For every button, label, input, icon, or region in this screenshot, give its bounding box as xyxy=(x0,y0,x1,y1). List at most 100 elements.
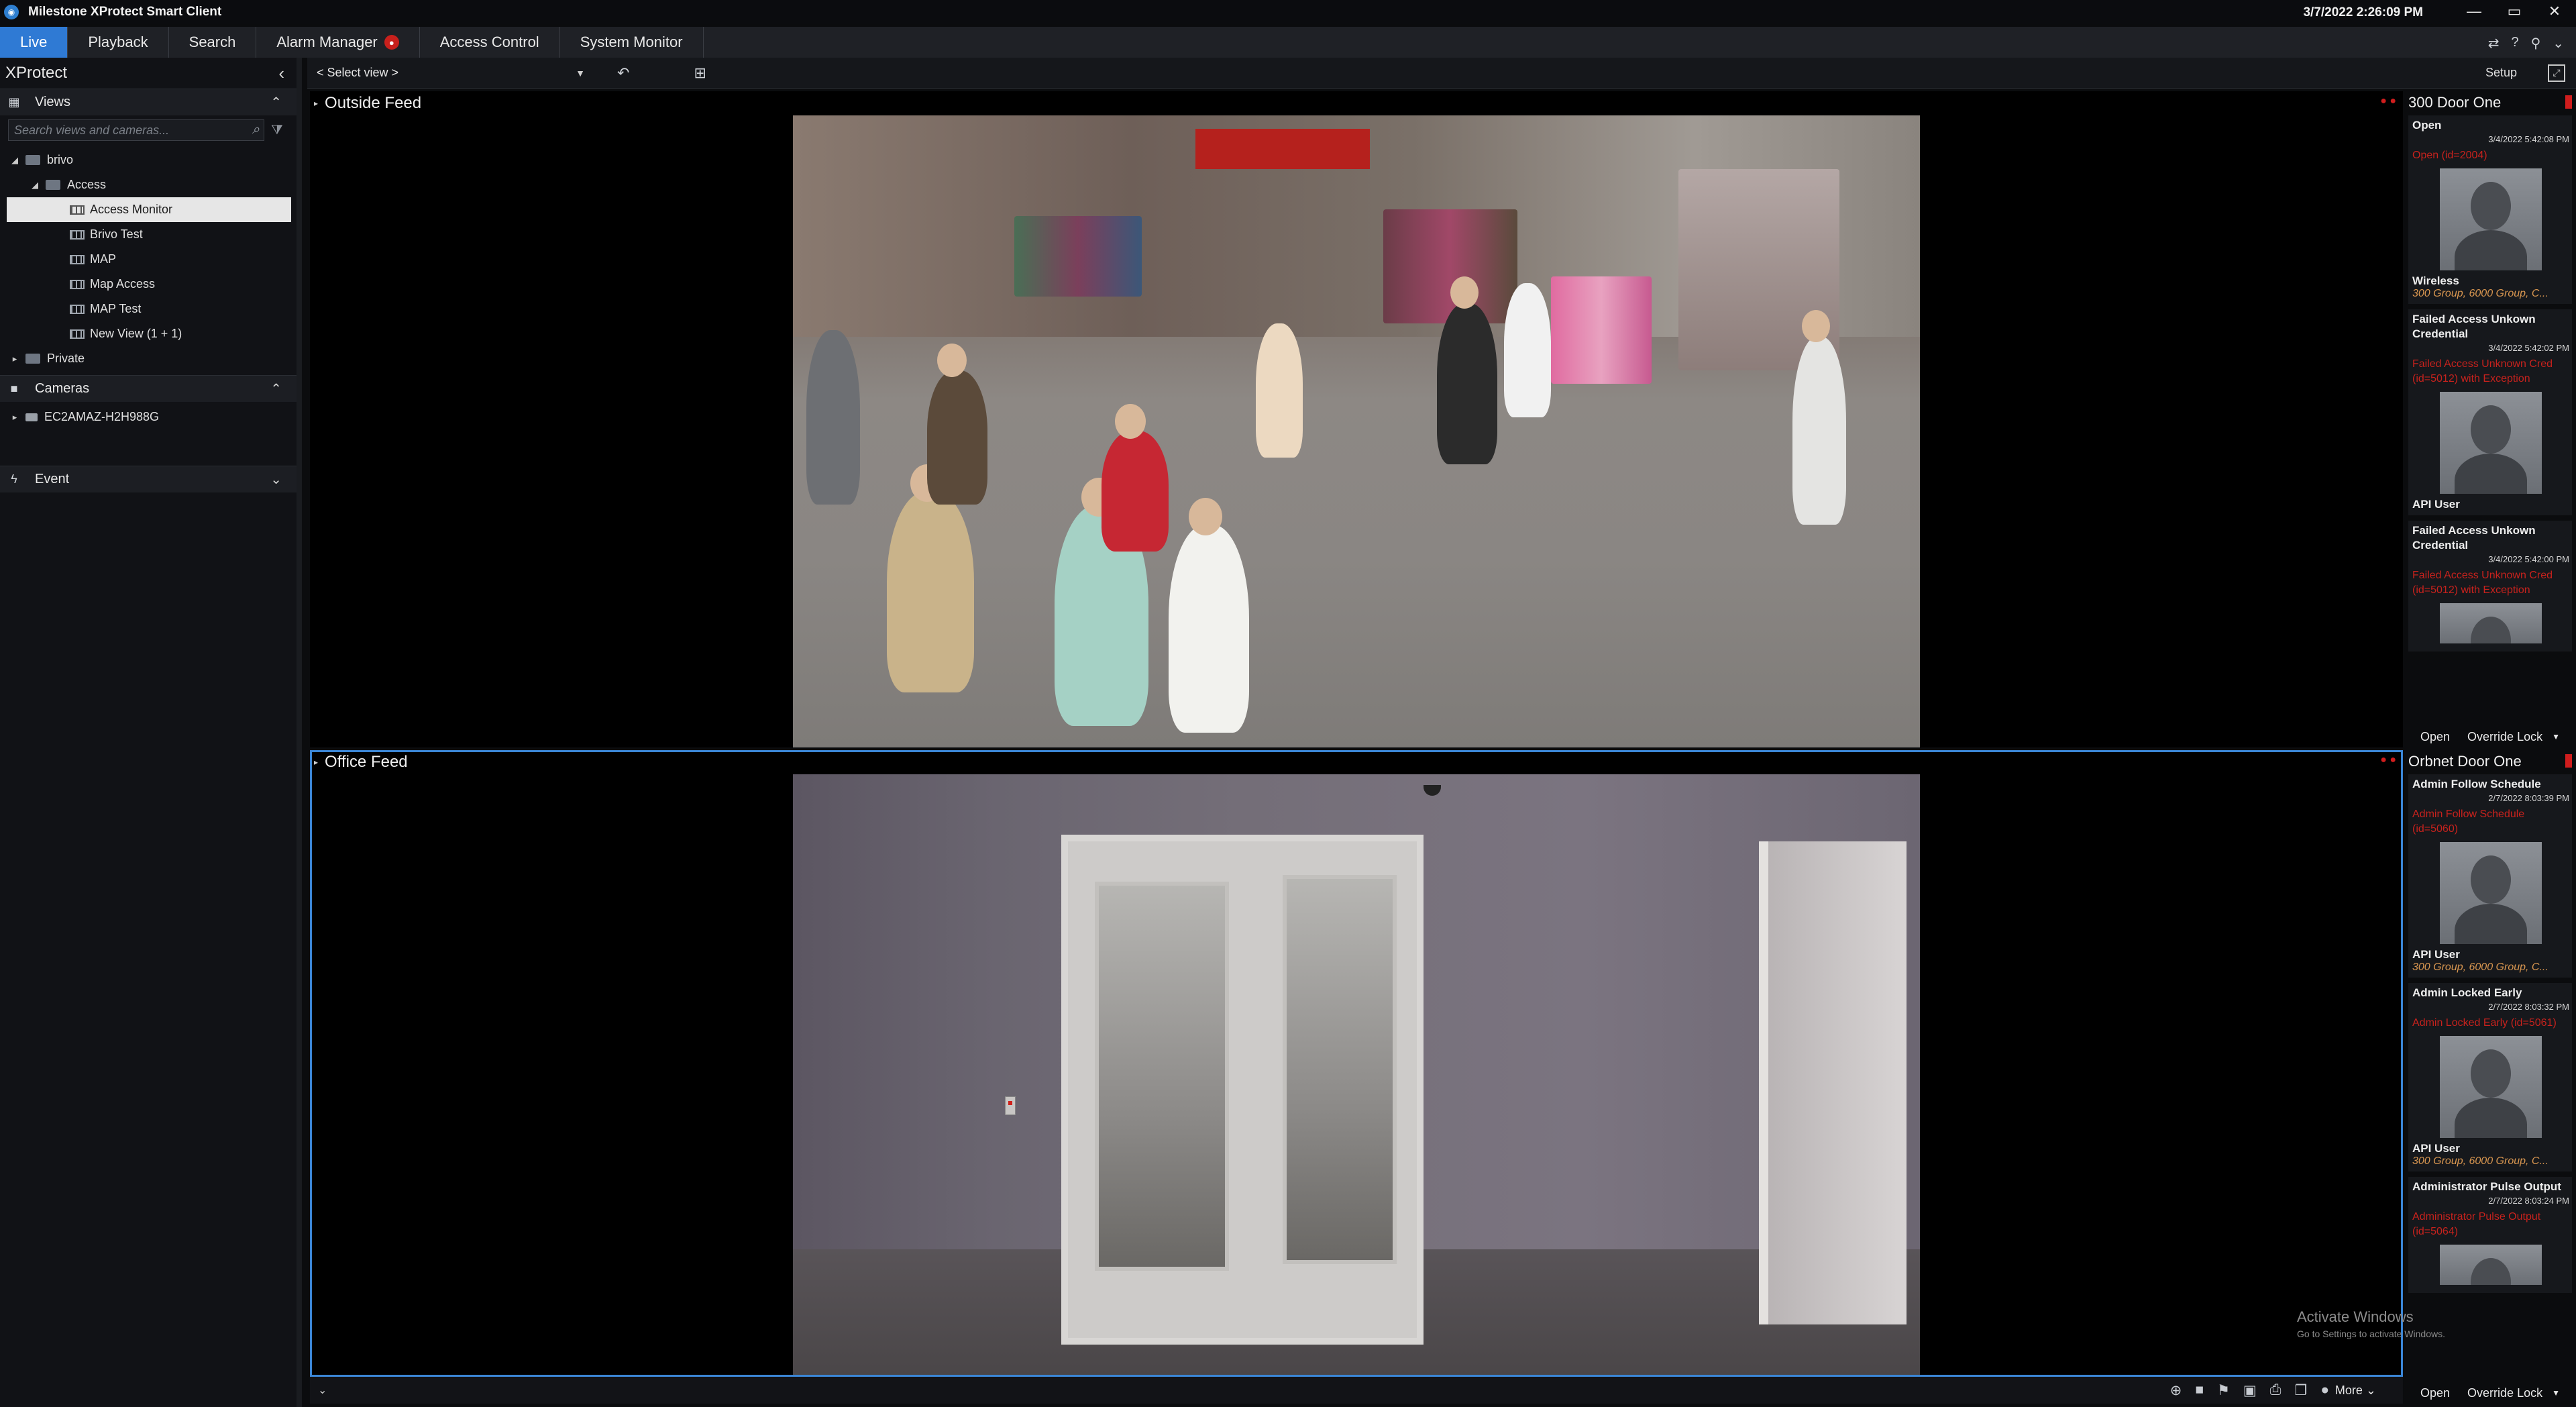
search-views-input[interactable]: Search views and cameras... ⌕ xyxy=(8,119,264,141)
bookmark-icon[interactable]: ⚑ xyxy=(2217,1382,2230,1399)
filter-icon[interactable]: ⧩ xyxy=(271,123,283,138)
view-layout-icon xyxy=(70,329,85,339)
help-icon[interactable]: ? xyxy=(2511,35,2518,52)
view-item-map-test[interactable]: MAP Test xyxy=(0,297,297,321)
tree-label: Private xyxy=(47,352,85,365)
event-user: API User xyxy=(2412,1142,2460,1155)
chevron-up-icon[interactable]: ⌃ xyxy=(270,94,282,111)
tab-label: Access Control xyxy=(439,34,539,50)
view-item-access-monitor[interactable]: Access Monitor xyxy=(7,197,291,222)
folder-icon xyxy=(46,180,60,190)
tree-node-private[interactable]: ▸ Private xyxy=(0,346,297,371)
view-item-brivo-test[interactable]: Brivo Test xyxy=(0,222,297,247)
collapse-panel-icon[interactable]: ‹ xyxy=(278,63,284,84)
event-groups: 300 Group, 6000 Group, C... xyxy=(2412,1155,2548,1167)
collapsed-toggle-icon[interactable]: ▸ xyxy=(9,412,20,423)
override-lock-button[interactable]: Override Lock xyxy=(2467,730,2542,744)
event-title: Failed Access Unkown Credential xyxy=(2412,524,2536,552)
view-toolbar: < Select view > ▼ ↶ ⊞ Setup ⤢ xyxy=(307,58,2576,89)
door-name: 300 Door One xyxy=(2404,91,2576,114)
record-camera-icon[interactable]: ■ xyxy=(2195,1382,2204,1399)
event-card[interactable]: Failed Access Unkown Credential 3/4/2022… xyxy=(2408,521,2572,652)
event-detail: Failed Access Unknown Cred (id=5012) wit… xyxy=(2412,358,2553,384)
folder-icon xyxy=(25,354,40,364)
pane-title: ▸ Office Feed xyxy=(314,753,408,772)
tree-label: Access Monitor xyxy=(90,203,173,216)
event-card[interactable]: Open 3/4/2022 5:42:08 PM Open (id=2004) … xyxy=(2408,115,2572,304)
chevron-down-icon[interactable]: ⌄ xyxy=(2553,35,2564,52)
tab-label: Live xyxy=(20,34,48,50)
event-time: 3/4/2022 5:42:00 PM xyxy=(2488,554,2569,564)
office-video-feed[interactable] xyxy=(793,774,1920,1377)
view-item-map-access[interactable]: Map Access xyxy=(0,272,297,297)
status-icon[interactable]: ⇄ xyxy=(2488,35,2500,52)
chevron-down-icon[interactable]: ⌄ xyxy=(270,471,282,488)
event-title: Failed Access Unkown Credential xyxy=(2412,313,2536,340)
user-avatar xyxy=(2440,1036,2542,1138)
event-card[interactable]: Administrator Pulse Output 2/7/2022 8:03… xyxy=(2408,1177,2572,1293)
door-status-icon xyxy=(2565,95,2572,109)
pane-title: ▸ Outside Feed xyxy=(314,94,421,113)
tree-node-access[interactable]: ◢ Access xyxy=(0,172,297,197)
camera-action-icons: ⊕ ■ ⚑ ▣ ⎙ ❐ ● xyxy=(2170,1382,2329,1399)
snapshot-icon[interactable]: ▣ xyxy=(2243,1382,2257,1399)
view-item-map[interactable]: MAP xyxy=(0,247,297,272)
tab-access-control[interactable]: Access Control xyxy=(420,27,560,58)
door-name-label: 300 Door One xyxy=(2408,94,2502,111)
more-label: More xyxy=(2334,1383,2363,1397)
outside-video-feed[interactable] xyxy=(793,115,1920,747)
dropdown-arrow-icon[interactable]: ▼ xyxy=(2552,1388,2560,1398)
tree-node-brivo[interactable]: ◢ brivo xyxy=(0,148,297,172)
event-card[interactable]: Admin Locked Early 2/7/2022 8:03:32 PM A… xyxy=(2408,983,2572,1171)
event-section-header[interactable]: ϟ Event ⌄ xyxy=(0,466,297,492)
camera-toolbar: ⌄ ⊕ ■ ⚑ ▣ ⎙ ❐ ● More ⌄ xyxy=(310,1377,2403,1404)
access-events-panel-bottom: Orbnet Door One Admin Follow Schedule 2/… xyxy=(2404,750,2576,1404)
door-actions: Open Override Lock ▼ xyxy=(2404,1382,2576,1404)
tree-label: brivo xyxy=(47,153,74,166)
cameras-section-header[interactable]: ■ Cameras ⌃ xyxy=(0,375,297,402)
open-door-button[interactable]: Open xyxy=(2420,730,2450,744)
minimize-icon[interactable]: — xyxy=(2461,1,2487,21)
camera-pane-outside[interactable]: ▸ Outside Feed ● ● xyxy=(310,91,2403,747)
window-title: Milestone XProtect Smart Client xyxy=(28,5,222,19)
expanded-toggle-icon[interactable]: ◢ xyxy=(30,180,40,191)
print-icon[interactable]: ⎙ xyxy=(2270,1382,2282,1399)
views-section-header[interactable]: ▦ Views ⌃ xyxy=(0,89,297,115)
setup-button[interactable]: Setup xyxy=(2485,66,2517,80)
dropdown-arrow-icon[interactable]: ▼ xyxy=(2552,732,2560,741)
tab-alarm-manager[interactable]: Alarm Manager ● xyxy=(256,27,420,58)
event-card[interactable]: Admin Follow Schedule 2/7/2022 8:03:39 P… xyxy=(2408,774,2572,978)
close-icon[interactable]: ✕ xyxy=(2541,1,2568,21)
expanded-toggle-icon[interactable]: ◢ xyxy=(9,155,20,166)
tab-system-monitor[interactable]: System Monitor xyxy=(560,27,704,58)
tab-search[interactable]: Search xyxy=(169,27,257,58)
event-card[interactable]: Failed Access Unkown Credential 3/4/2022… xyxy=(2408,309,2572,515)
search-icon[interactable]: ⌕ xyxy=(252,122,260,138)
dropdown-arrow-icon: ▼ xyxy=(576,67,585,79)
collapsed-toggle-icon[interactable]: ▸ xyxy=(9,354,20,364)
expand-toolbar-icon[interactable]: ⌄ xyxy=(318,1384,327,1397)
event-detail: Failed Access Unknown Cred (id=5012) wit… xyxy=(2412,570,2553,596)
chevron-up-icon[interactable]: ⌃ xyxy=(270,380,282,397)
select-view-dropdown[interactable]: < Select view > ▼ xyxy=(317,63,585,83)
digital-zoom-icon[interactable]: ⊕ xyxy=(2170,1382,2182,1399)
maximize-icon[interactable]: ▭ xyxy=(2501,1,2528,21)
tab-playback[interactable]: Playback xyxy=(68,27,169,58)
more-button[interactable]: More ⌄ xyxy=(2335,1384,2376,1398)
override-lock-button[interactable]: Override Lock xyxy=(2467,1386,2542,1400)
watermark-line2: Go to Settings to activate Windows. xyxy=(2297,1328,2445,1339)
zoom-view-icon[interactable]: ⊞ xyxy=(694,64,706,82)
tab-live[interactable]: Live xyxy=(0,27,68,58)
open-door-button[interactable]: Open xyxy=(2420,1386,2450,1400)
event-time: 3/4/2022 5:42:08 PM xyxy=(2488,134,2569,144)
camera-pane-office[interactable]: ▸ Office Feed ● ● xyxy=(310,750,2403,1377)
tree-node-camera-host[interactable]: ▸ EC2AMAZ-H2H988G xyxy=(0,405,297,429)
event-user: API User xyxy=(2412,498,2460,511)
view-item-new-view[interactable]: New View (1 + 1) xyxy=(0,321,297,346)
copy-clipboard-icon[interactable]: ❐ xyxy=(2294,1382,2307,1399)
record-icon[interactable]: ● xyxy=(2320,1382,2329,1399)
fullscreen-icon[interactable]: ⤢ xyxy=(2548,64,2565,82)
pin-icon[interactable]: ⚲ xyxy=(2531,35,2541,52)
event-detail: Admin Locked Early (id=5061) xyxy=(2412,1017,2557,1029)
undo-icon[interactable]: ↶ xyxy=(617,64,629,82)
